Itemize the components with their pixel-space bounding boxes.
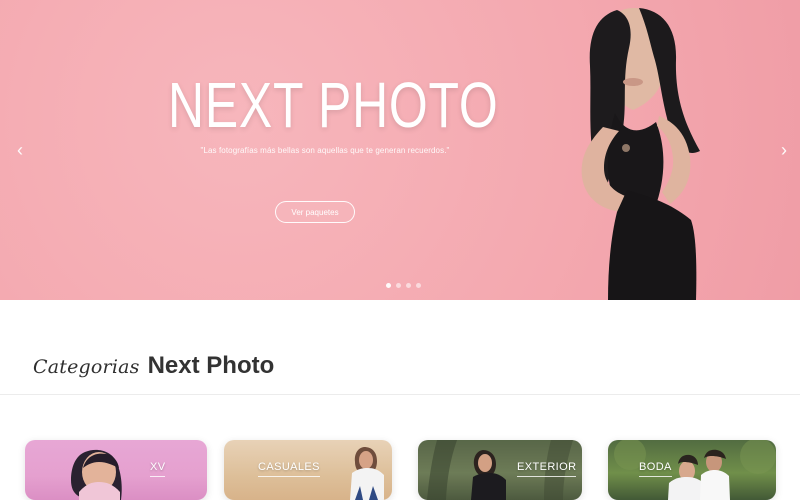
category-label-boda: BODA: [639, 461, 672, 477]
previous-slide-button[interactable]: ‹: [10, 140, 30, 160]
chevron-right-icon: ›: [781, 140, 787, 160]
category-label-exterior: EXTERIOR: [517, 461, 577, 477]
page: NEXT PHOTO "Las fotografías más bellas s…: [0, 0, 800, 500]
next-slide-button[interactable]: ›: [774, 140, 794, 160]
hero-quote: "Las fotografías más bellas son aquellas…: [200, 146, 450, 155]
category-label-xv: XV: [150, 461, 166, 477]
hero-title: NEXT PHOTO: [168, 69, 499, 141]
categories-heading: Categorias Next Photo: [33, 352, 274, 380]
wedding-category-image: [614, 440, 776, 500]
xv-category-image: [71, 449, 122, 500]
section-divider: [0, 394, 800, 395]
hero-slider: NEXT PHOTO "Las fotografías más bellas s…: [0, 0, 800, 300]
pagination-dot[interactable]: [416, 282, 421, 288]
chevron-left-icon: ‹: [17, 140, 23, 160]
hero-model-image: [581, 8, 700, 300]
view-packages-button[interactable]: Ver paquetes: [275, 201, 355, 223]
categories-script-label: Categorias: [33, 356, 140, 378]
slider-pagination: [386, 280, 426, 290]
categories-brand-label: Next Photo: [147, 352, 275, 379]
category-card-xv[interactable]: XV: [25, 440, 207, 500]
category-card-casuales[interactable]: CASUALES: [224, 440, 392, 500]
pagination-dot[interactable]: [386, 282, 391, 288]
category-card-exterior[interactable]: EXTERIOR: [418, 440, 582, 500]
pagination-dot[interactable]: [396, 282, 401, 288]
category-label-casuales: CASUALES: [258, 461, 320, 477]
category-card-boda[interactable]: BODA: [608, 440, 776, 500]
pagination-dot[interactable]: [406, 282, 411, 288]
